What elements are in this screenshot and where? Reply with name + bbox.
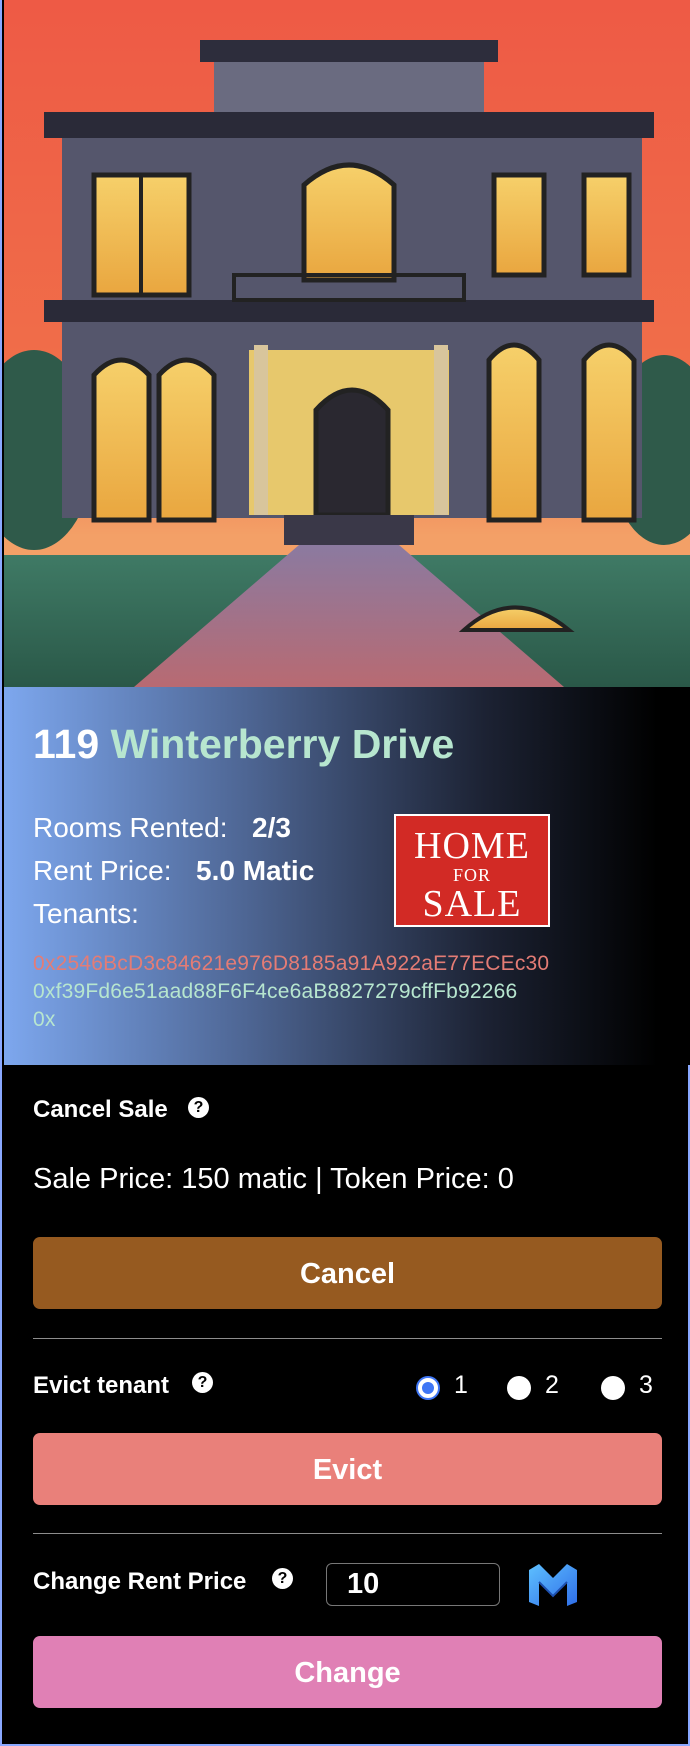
evict-tenant-title: Evict tenant xyxy=(33,1372,170,1399)
tenant-address-3: 0x xyxy=(33,1008,56,1031)
evict-radio-1[interactable] xyxy=(416,1376,440,1400)
evict-radio-2-label[interactable]: 2 xyxy=(545,1371,559,1400)
change-rent-button[interactable]: Change xyxy=(33,1636,662,1708)
evict-help-icon[interactable]: ? xyxy=(192,1372,213,1393)
tenants-label: Tenants: xyxy=(33,898,139,929)
rent-price-input[interactable]: 10 xyxy=(326,1563,500,1606)
evict-radio-3[interactable] xyxy=(601,1376,625,1400)
evict-button[interactable]: Evict xyxy=(33,1433,662,1505)
change-rent-help-icon[interactable]: ? xyxy=(272,1568,293,1589)
cancel-sale-help-icon[interactable]: ? xyxy=(188,1097,209,1118)
section-divider xyxy=(33,1338,662,1339)
home-for-sale-badge: HOME FOR SALE xyxy=(394,814,550,927)
rent-price-value: 5.0 Matic xyxy=(196,855,315,886)
tenant-address-2: 0xf39Fd6e51aad88F6F4ce6aB8827279cffFb922… xyxy=(33,980,518,1003)
street-name: Winterberry Drive xyxy=(110,721,455,767)
house-image xyxy=(4,0,690,687)
badge-line-home: HOME xyxy=(414,825,530,867)
rooms-rented-label: Rooms Rented: xyxy=(33,812,228,843)
property-address-title: 119 Winterberry Drive xyxy=(33,721,454,768)
change-rent-title: Change Rent Price xyxy=(33,1568,247,1595)
property-card: 119 Winterberry Drive Rooms Rented: 2/3 … xyxy=(0,0,690,1746)
sale-price-info: Sale Price: 150 matic | Token Price: 0 xyxy=(33,1163,514,1195)
tenant-address-1: 0x2546BcD3c84621e976D8185a91A922aE77ECEc… xyxy=(33,952,550,975)
rent-price-label: Rent Price: xyxy=(33,855,172,886)
cancel-sale-title: Cancel Sale xyxy=(33,1096,168,1123)
rooms-rented-value: 2/3 xyxy=(252,812,291,843)
evict-radio-2[interactable] xyxy=(507,1376,531,1400)
section-divider xyxy=(33,1533,662,1534)
house-number: 119 xyxy=(33,721,100,767)
cancel-sale-button[interactable]: Cancel xyxy=(33,1237,662,1309)
listing-info-panel: 119 Winterberry Drive Rooms Rented: 2/3 … xyxy=(4,687,690,1065)
evict-radio-3-label[interactable]: 3 xyxy=(639,1371,653,1400)
polygon-matic-icon xyxy=(527,1562,579,1611)
badge-line-sale: SALE xyxy=(422,883,522,925)
evict-radio-1-label[interactable]: 1 xyxy=(454,1371,468,1400)
